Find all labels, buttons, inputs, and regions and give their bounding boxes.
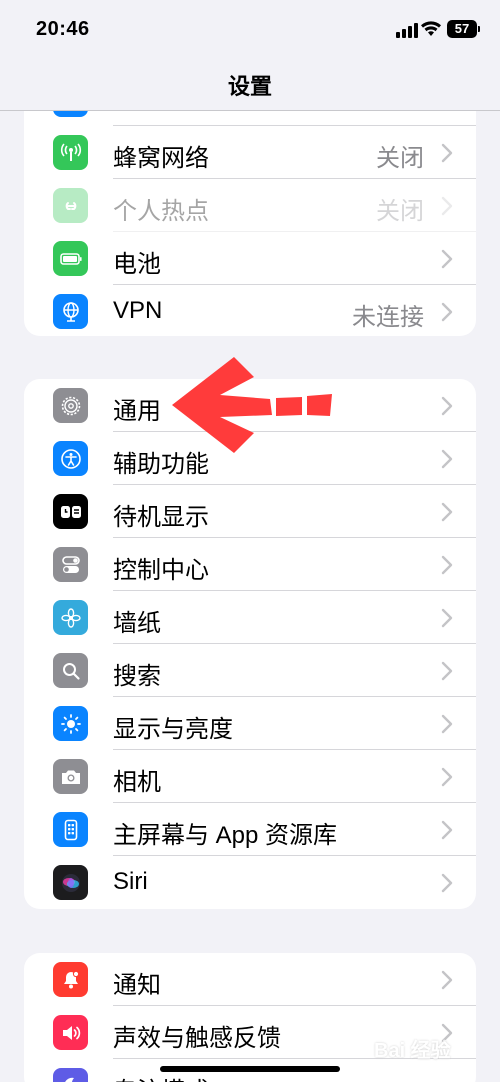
status-time: 20:46 [36, 18, 90, 40]
chevron-right-icon [441, 502, 453, 522]
row-value: 未连接 [352, 304, 424, 331]
speaker-icon [53, 1015, 88, 1050]
vpn-globe-icon [53, 294, 88, 329]
row-label: 个人热点 [113, 198, 209, 225]
row-label: 专注模式 [113, 1071, 209, 1082]
row-value: 关闭 [376, 145, 424, 172]
settings-row-camera[interactable]: 相机 [24, 750, 476, 803]
settings-row-hotspot[interactable]: 个人热点 关闭 [24, 179, 476, 232]
chevron-right-icon [441, 302, 453, 322]
cellular-signal-icon [396, 23, 418, 38]
chevron-right-icon [441, 143, 453, 163]
chevron-right-icon [441, 555, 453, 575]
settings-row-notifications[interactable]: 通知 [24, 953, 476, 1006]
settings-row-cellular[interactable]: 蜂窝网络 关闭 [24, 126, 476, 179]
row-label: 蜂窝网络 [113, 145, 209, 172]
page-title: 设置 [227, 74, 272, 99]
row-label: 通知 [113, 972, 161, 999]
chevron-right-icon [441, 249, 453, 269]
row-label: 声效与触感反馈 [113, 1025, 281, 1052]
siri-icon [53, 865, 88, 900]
cellular-icon [53, 135, 88, 170]
row-label: VPN [113, 297, 163, 324]
battery-icon [53, 241, 88, 276]
settings-row-standby[interactable]: 待机显示 [24, 485, 476, 538]
chevron-right-icon [441, 970, 453, 990]
settings-row-display[interactable]: 显示与亮度 [24, 697, 476, 750]
search-icon [53, 653, 88, 688]
watermark: Bai 经验 [374, 1040, 451, 1062]
row-value: 关闭 [376, 198, 424, 225]
chevron-right-icon [441, 608, 453, 628]
gear-icon [53, 388, 88, 423]
row-label: 相机 [113, 769, 161, 796]
row-label: 待机显示 [113, 504, 209, 531]
chevron-right-icon [441, 661, 453, 681]
hotspot-icon [53, 188, 88, 223]
settings-row-wallpaper[interactable]: 墙纸 [24, 591, 476, 644]
chevron-right-icon [441, 820, 453, 840]
chevron-right-icon [441, 767, 453, 787]
moon-icon [53, 1068, 88, 1082]
standby-icon [53, 494, 88, 529]
row-label: 搜索 [113, 663, 161, 690]
bell-icon [53, 962, 88, 997]
home-screen-icon [53, 812, 88, 847]
toggles-icon [53, 547, 88, 582]
settings-row-search[interactable]: 搜索 [24, 644, 476, 697]
row-label: 显示与亮度 [113, 716, 233, 743]
status-bar: 20:46 57 [0, 0, 500, 60]
sun-icon [53, 706, 88, 741]
row-label: Siri [113, 868, 148, 895]
row-label: 通用 [113, 398, 161, 425]
general-group: 通用 辅助功能 待机显示 控制中心 墙纸 搜索 显示与亮度 相机 主屏幕与 Ap… [24, 379, 476, 909]
wifi-icon [421, 21, 441, 36]
chevron-right-icon [441, 449, 453, 469]
chevron-right-icon [441, 396, 453, 416]
settings-row-control-center[interactable]: 控制中心 [24, 538, 476, 591]
settings-row-home-screen[interactable]: 主屏幕与 App 资源库 [24, 803, 476, 856]
settings-row-vpn[interactable]: VPN 未连接 [24, 285, 476, 336]
camera-icon [53, 759, 88, 794]
row-label: 主屏幕与 App 资源库 [113, 822, 338, 849]
row-label: 电池 [113, 251, 161, 278]
connectivity-group: 蜂窝网络 关闭 个人热点 关闭 电池 VPN 未连接 [24, 95, 476, 336]
flower-icon [53, 600, 88, 635]
settings-row-battery[interactable]: 电池 [24, 232, 476, 285]
row-label: 墙纸 [113, 610, 161, 637]
chevron-right-icon [441, 873, 453, 893]
navigation-bar: 设置 [0, 60, 500, 111]
home-indicator[interactable] [160, 1066, 340, 1072]
settings-row-siri[interactable]: Siri [24, 856, 476, 909]
row-label: 控制中心 [113, 557, 209, 584]
battery-level: 57 [447, 20, 480, 38]
accessibility-icon [53, 441, 88, 476]
chevron-right-icon [441, 196, 453, 216]
chevron-right-icon [441, 714, 453, 734]
annotation-arrow [172, 357, 332, 453]
